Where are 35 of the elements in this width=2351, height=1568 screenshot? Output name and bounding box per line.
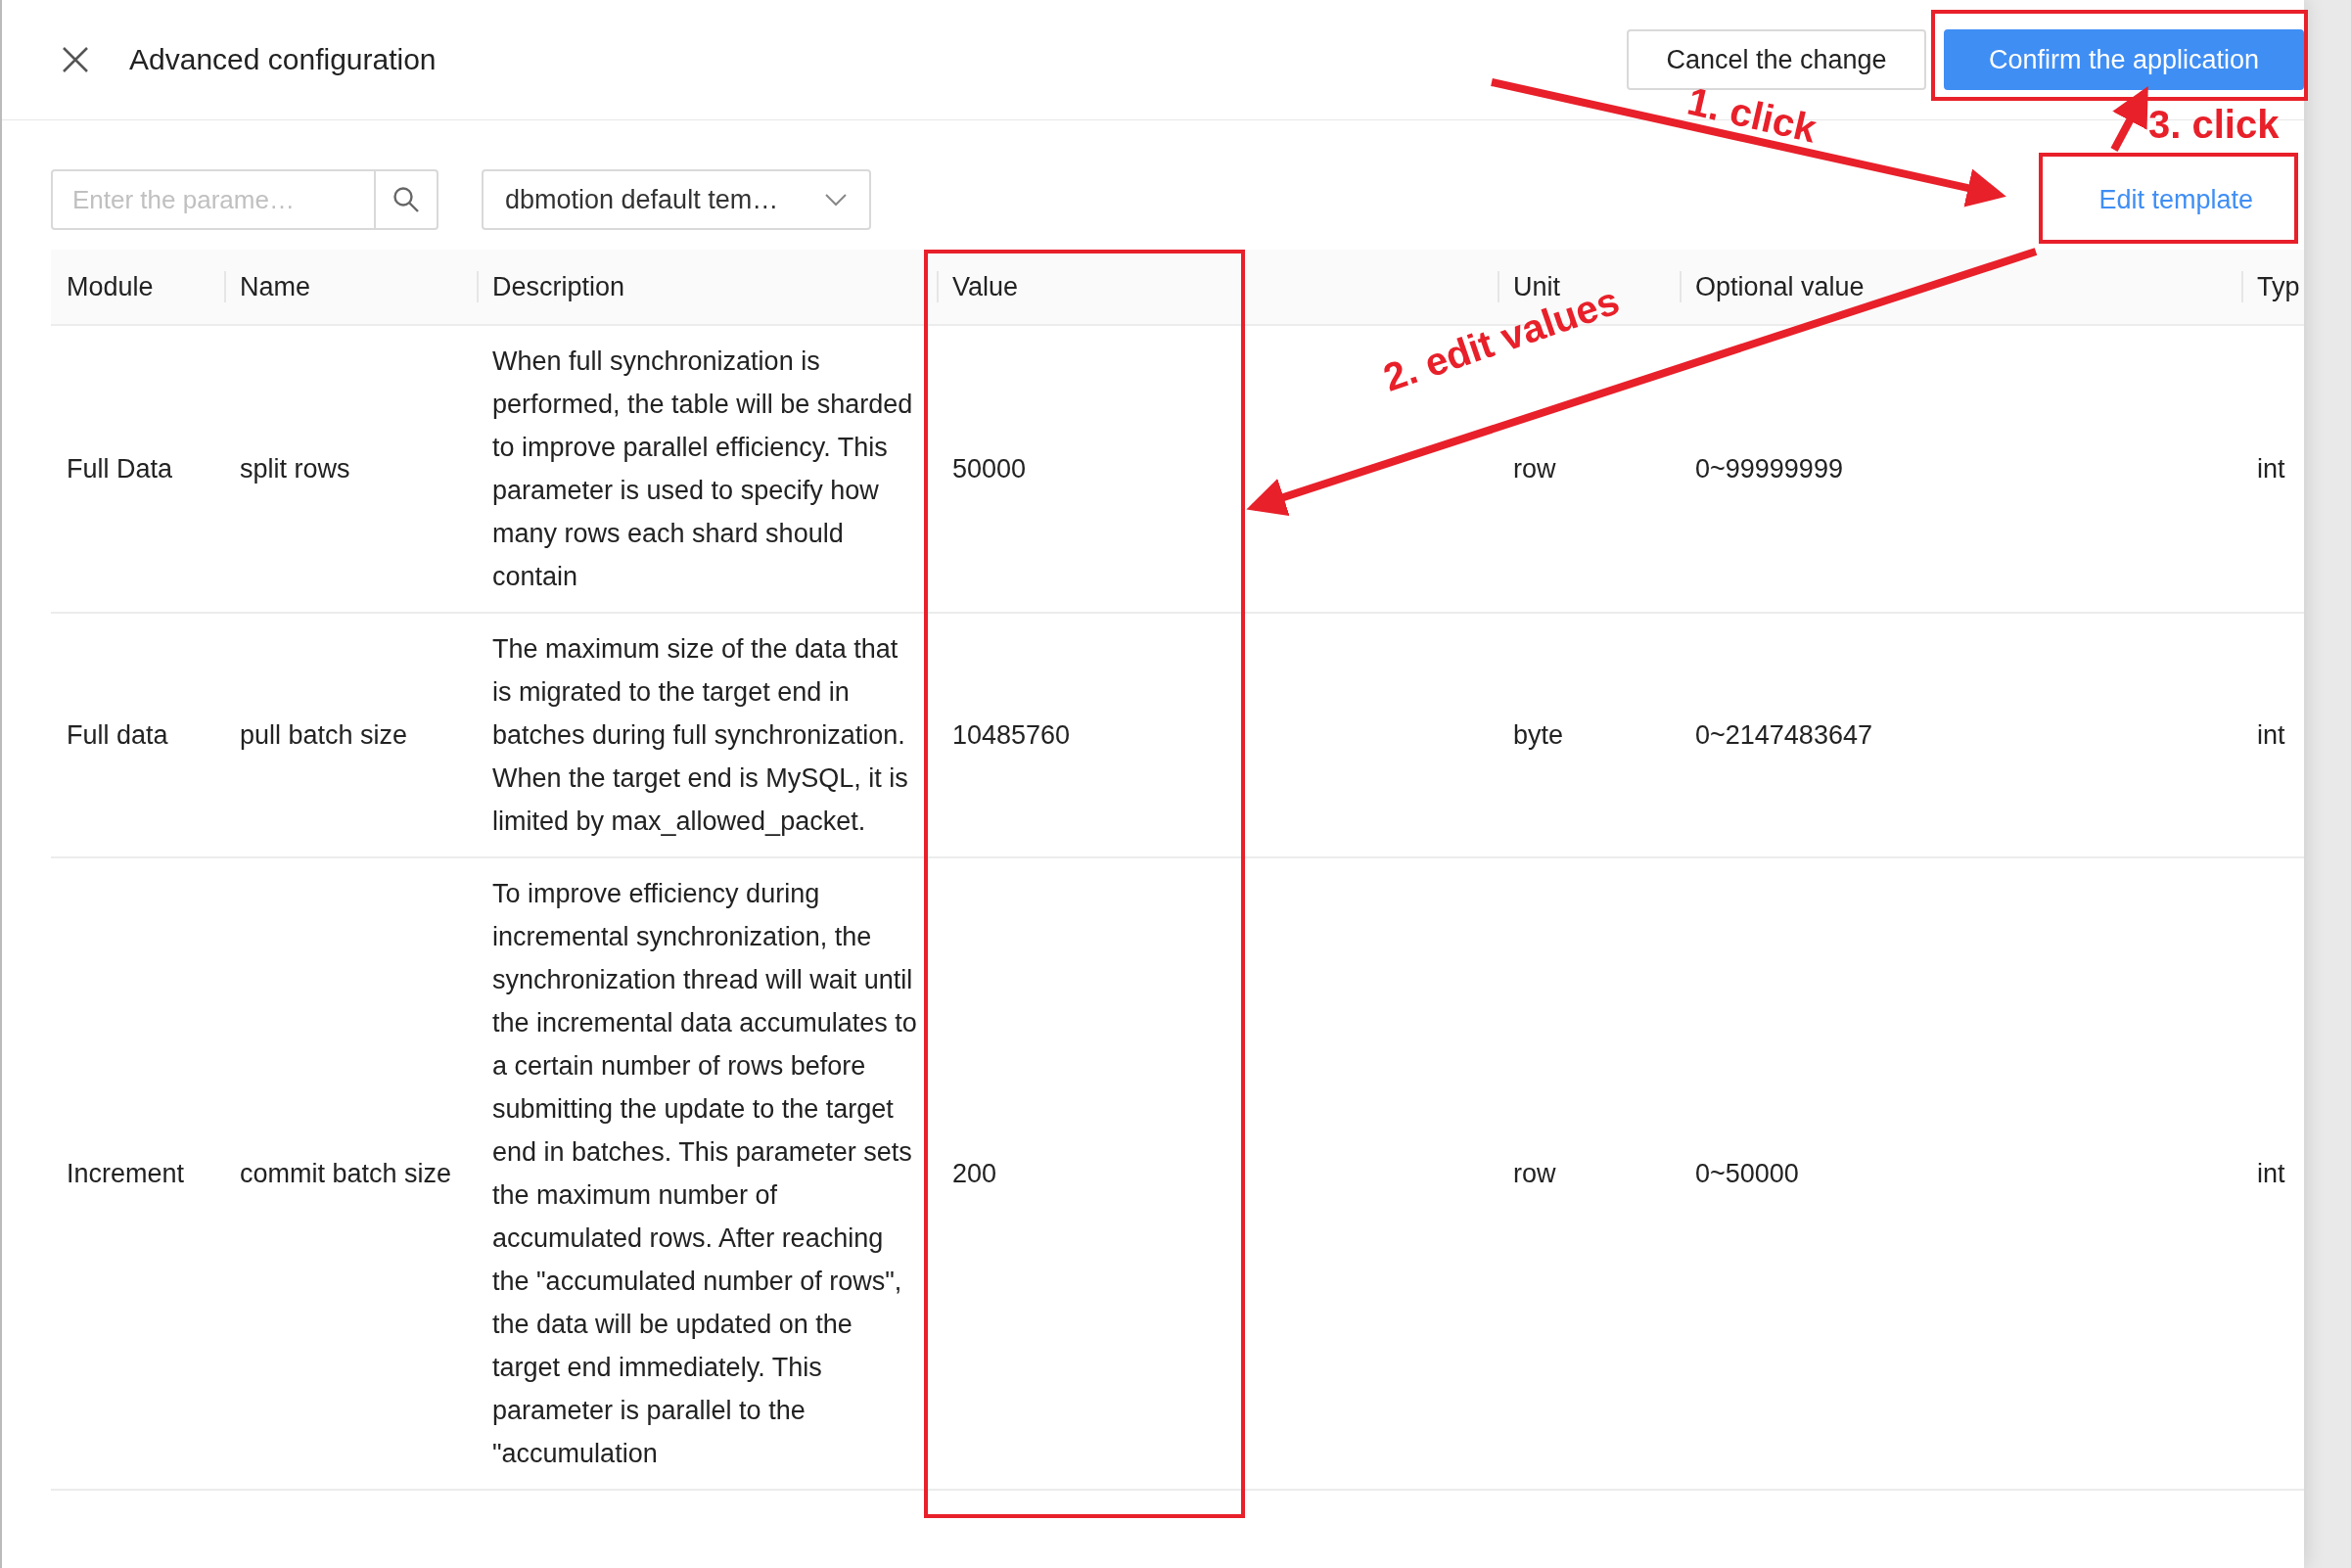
table-cell: byte — [1498, 613, 1680, 857]
table-cell: When full synchronization is performed, the table will be sharded to improve parallel efficiency. This parameter is used to specify how many rows each shard should contain — [477, 325, 937, 613]
table-cell: 10485760 — [937, 613, 1498, 857]
table-cell: 200 — [937, 857, 1498, 1490]
table-cell: Increment — [51, 857, 224, 1490]
annotation-arrow — [2110, 85, 2148, 152]
table-cell: row — [1498, 857, 1680, 1490]
template-dropdown[interactable]: dbmotion default tem… — [482, 169, 871, 230]
search-icon[interactable] — [392, 186, 420, 213]
table-cell: int — [2241, 325, 2304, 613]
table-cell: 0~99999999 — [1680, 325, 2241, 613]
column-header: Value — [937, 250, 1498, 325]
column-header: Typ — [2241, 250, 2304, 325]
table-cell: The maximum size of the data that is migrated to the target end in batches during full synchronization. When the target end is MySQL, it is limited by max_allowed_packet. — [477, 613, 937, 857]
table-cell: 0~50000 — [1680, 857, 2241, 1490]
table-cell: Full data — [51, 613, 224, 857]
search-field[interactable]: Enter the parame… — [51, 169, 438, 230]
table-cell: int — [2241, 857, 2304, 1490]
table-cell: int — [2241, 613, 2304, 857]
close-icon[interactable] — [61, 45, 90, 74]
chevron-down-icon — [824, 193, 848, 207]
table-cell: To improve efficiency during incremental synchronization, the synchronization thread will wait until the incremental data accumulates to a certain number of rows before submitting the update to the target end in batches. This parameter sets the maximum number of accumulated rows. After reaching the "accumulated number of rows", the data will be updated on the target end immediately. This parameter is parallel to the "accumulation — [477, 857, 937, 1490]
table-cell: 0~2147483647 — [1680, 613, 2241, 857]
column-header: Name — [224, 250, 477, 325]
column-header: Description — [477, 250, 937, 325]
table-cell: commit batch size — [224, 857, 477, 1490]
table-cell: split rows — [224, 325, 477, 613]
table-cell: Full Data — [51, 325, 224, 613]
annotation-label: 3. click — [2148, 103, 2280, 147]
column-header: Module — [51, 250, 224, 325]
search-input[interactable]: Enter the parame… — [53, 171, 374, 228]
window-title: Advanced configuration — [129, 43, 438, 76]
table-cell: pull batch size — [224, 613, 477, 857]
column-header: Optional value — [1680, 250, 2241, 325]
cancel-button[interactable]: Cancel the change — [1627, 29, 1926, 90]
